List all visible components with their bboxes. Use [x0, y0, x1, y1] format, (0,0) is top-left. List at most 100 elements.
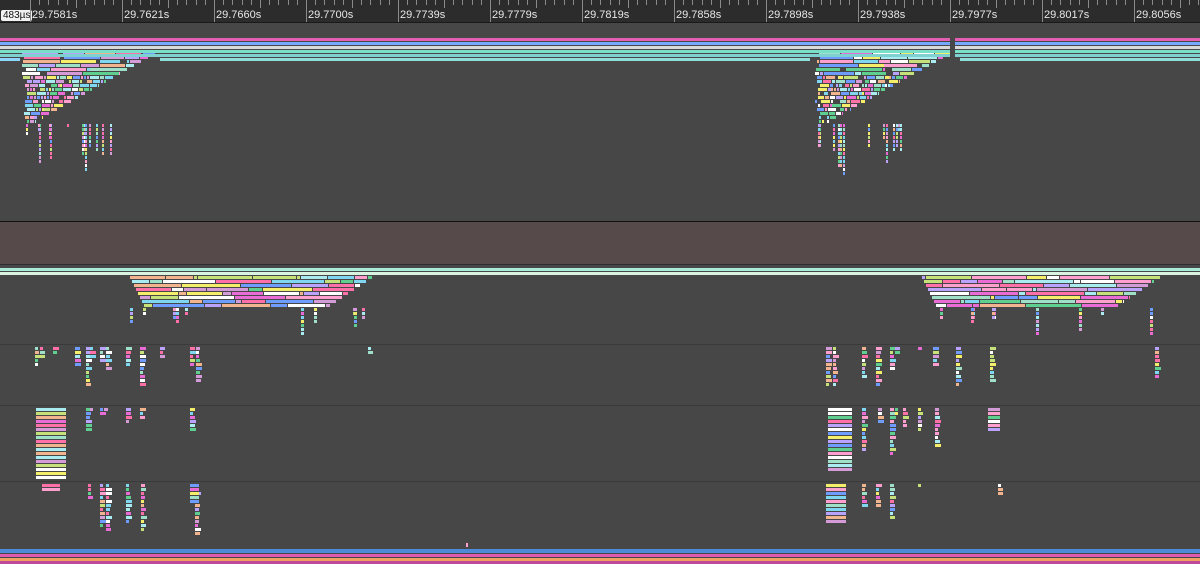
trace-slice[interactable] — [832, 104, 841, 107]
trace-slice[interactable] — [933, 359, 937, 362]
trace-slice[interactable] — [890, 444, 894, 447]
trace-slice[interactable] — [874, 84, 881, 87]
trace-slice[interactable] — [87, 76, 89, 79]
trace-slice[interactable] — [883, 132, 885, 135]
trace-slice[interactable] — [26, 124, 28, 127]
trace-slice[interactable] — [85, 132, 87, 135]
trace-slice[interactable] — [89, 144, 91, 147]
trace-slice[interactable] — [86, 412, 91, 415]
trace-slice[interactable] — [47, 92, 49, 95]
trace-slice[interactable] — [823, 80, 831, 83]
trace-slice[interactable] — [871, 88, 873, 91]
trace-slice[interactable] — [196, 379, 201, 382]
trace-slice[interactable] — [297, 276, 300, 279]
trace-slice[interactable] — [39, 132, 41, 135]
trace-slice[interactable] — [190, 359, 195, 362]
trace-slice[interactable] — [1074, 280, 1080, 283]
trace-slice[interactable] — [830, 96, 835, 99]
trace-slice[interactable] — [207, 288, 248, 291]
trace-slice[interactable] — [190, 492, 199, 495]
trace-slice[interactable] — [30, 120, 34, 123]
trace-slice[interactable] — [819, 120, 821, 123]
trace-slice[interactable] — [903, 424, 907, 427]
trace-slice[interactable] — [25, 100, 32, 103]
trace-slice[interactable] — [106, 347, 109, 350]
trace-slice[interactable] — [893, 136, 895, 139]
trace-slice[interactable] — [286, 296, 342, 299]
trace-slice[interactable] — [196, 355, 199, 358]
trace-slice[interactable] — [27, 108, 35, 111]
trace-slice[interactable] — [195, 508, 199, 511]
trace-slice[interactable] — [190, 500, 199, 503]
trace-slice[interactable] — [850, 84, 852, 87]
trace-slice[interactable] — [166, 276, 193, 279]
trace-slice[interactable] — [847, 100, 850, 103]
trace-slice[interactable] — [85, 160, 87, 163]
trace-slice[interactable] — [30, 84, 38, 87]
trace-slice[interactable] — [110, 144, 112, 147]
trace-slice[interactable] — [833, 355, 839, 358]
trace-slice[interactable] — [90, 355, 96, 358]
trace-slice[interactable] — [64, 100, 71, 103]
trace-slice[interactable] — [102, 132, 104, 135]
trace-slice[interactable] — [862, 367, 865, 370]
trace-slice[interactable] — [833, 351, 836, 354]
trace-slice[interactable] — [72, 80, 79, 83]
trace-slice[interactable] — [100, 524, 103, 527]
trace-slice[interactable] — [301, 332, 304, 335]
trace-slice[interactable] — [982, 288, 1006, 291]
trace-slice[interactable] — [827, 120, 829, 123]
trace-slice[interactable] — [940, 312, 943, 315]
trace-slice[interactable] — [140, 383, 146, 386]
trace-slice[interactable] — [140, 367, 144, 370]
trace-slice[interactable] — [936, 304, 946, 307]
trace-slice[interactable] — [868, 132, 870, 135]
trace-slice[interactable] — [36, 408, 66, 411]
trace-slice[interactable] — [140, 379, 145, 382]
trace-slice[interactable] — [130, 312, 133, 315]
trace-slice[interactable] — [141, 520, 144, 523]
trace-slice[interactable] — [890, 363, 895, 366]
trace-slice[interactable] — [50, 96, 52, 99]
trace-slice[interactable] — [1027, 276, 1046, 279]
trace-slice[interactable] — [53, 351, 57, 354]
trace-slice[interactable] — [988, 412, 1000, 415]
trace-slice[interactable] — [90, 351, 96, 354]
trace-slice[interactable] — [890, 367, 895, 370]
trace-slice[interactable] — [106, 516, 112, 519]
trace-slice[interactable] — [971, 308, 974, 311]
trace-slice[interactable] — [956, 347, 961, 350]
trace-slice[interactable] — [1007, 288, 1032, 291]
trace-slice[interactable] — [130, 320, 133, 323]
trace-slice[interactable] — [140, 296, 150, 299]
trace-slice[interactable] — [828, 468, 852, 471]
trace-slice[interactable] — [838, 156, 840, 159]
trace-slice[interactable] — [190, 408, 195, 411]
main-thread-span[interactable] — [955, 38, 1200, 41]
trace-slice[interactable] — [1038, 296, 1080, 299]
trace-slice[interactable] — [912, 68, 922, 71]
trace-slice[interactable] — [236, 300, 241, 303]
trace-slice[interactable] — [126, 500, 132, 503]
trace-slice[interactable] — [843, 168, 845, 171]
trace-slice[interactable] — [819, 116, 821, 119]
trace-slice[interactable] — [833, 371, 838, 374]
trace-slice[interactable] — [890, 432, 895, 435]
trace-slice[interactable] — [100, 64, 125, 67]
trace-slice[interactable] — [870, 80, 876, 83]
trace-slice[interactable] — [895, 347, 900, 350]
trace-slice[interactable] — [354, 316, 357, 319]
trace-slice[interactable] — [991, 296, 994, 299]
trace-slice[interactable] — [928, 288, 981, 291]
trace-slice[interactable] — [826, 76, 835, 79]
trace-slice[interactable] — [85, 136, 87, 139]
trace-slice[interactable] — [935, 408, 939, 411]
trace-slice[interactable] — [160, 351, 163, 354]
trace-slice[interactable] — [820, 84, 829, 87]
trace-slice[interactable] — [843, 148, 845, 151]
trace-slice[interactable] — [1155, 355, 1159, 358]
trace-slice[interactable] — [144, 304, 152, 307]
trace-slice[interactable] — [865, 80, 869, 83]
trace-slice[interactable] — [998, 492, 1003, 495]
trace-slice[interactable] — [301, 312, 304, 315]
